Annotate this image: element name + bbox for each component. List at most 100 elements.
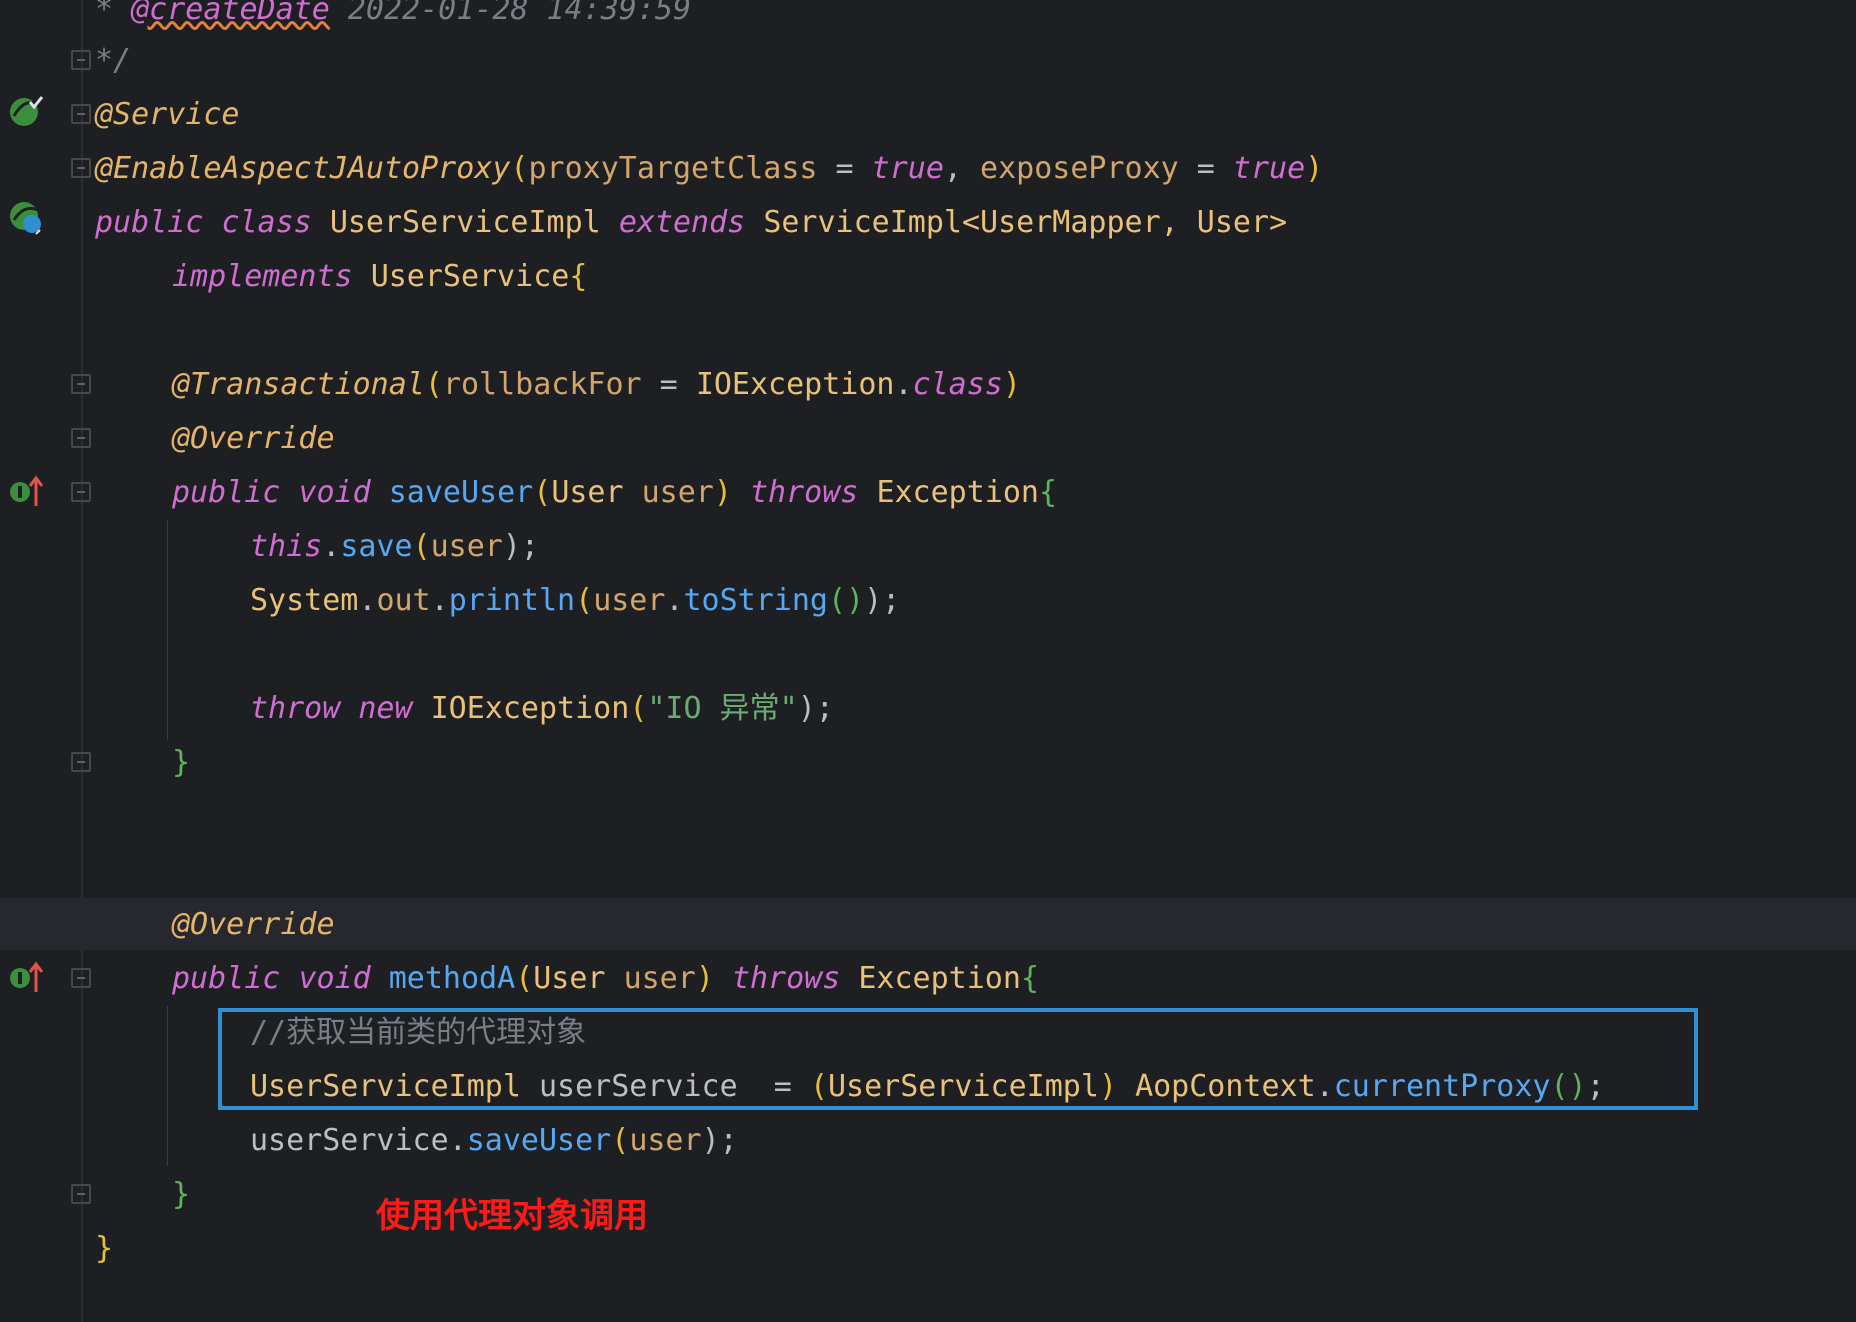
- annotation-param: proxyTargetClass: [528, 151, 818, 186]
- dot: .: [894, 367, 913, 402]
- code-line: implements UserService{: [172, 250, 587, 304]
- method-call: saveUser: [466, 1123, 612, 1158]
- paren: (: [412, 529, 431, 564]
- class-name: Exception: [876, 475, 1039, 510]
- annotation: @Transactional: [172, 367, 425, 402]
- parameter: user: [641, 475, 714, 510]
- code-line: public void methodA(User user) throws Ex…: [172, 952, 1039, 1006]
- fold-marker[interactable]: [71, 50, 91, 70]
- method-name: methodA: [388, 961, 516, 996]
- paren: (: [510, 151, 529, 186]
- string-literal: "IO 异常": [647, 691, 798, 726]
- operator: =: [641, 367, 696, 402]
- parameter: user: [623, 961, 696, 996]
- code-line: @EnableAspectJAutoProxy(proxyTargetClass…: [95, 142, 1323, 196]
- fold-marker[interactable]: [71, 158, 91, 178]
- method-call: save: [340, 529, 413, 564]
- paren: ): [695, 961, 714, 996]
- code-line: System.out.println(user.toString());: [250, 574, 900, 628]
- fold-marker[interactable]: [71, 428, 91, 448]
- keyword: class: [221, 205, 312, 240]
- variable: userService: [250, 1123, 449, 1158]
- class-name: ServiceImpl<UserMapper, User>: [763, 205, 1288, 240]
- code-line: }: [95, 1222, 113, 1276]
- code-line: */: [95, 34, 131, 88]
- keyword: extends: [618, 205, 746, 240]
- code-line: }: [172, 1168, 190, 1222]
- code-line: * @createDate 2022-01-28 14:39:59: [95, 0, 691, 37]
- dot: .: [448, 1123, 467, 1158]
- keyword: this: [250, 529, 323, 564]
- fold-marker[interactable]: [71, 752, 91, 772]
- dot: .: [322, 529, 341, 564]
- javadoc-tag: @createDate: [131, 0, 330, 27]
- class-name: System: [250, 583, 359, 618]
- paren: ): [1002, 367, 1021, 402]
- parameter: user: [593, 583, 666, 618]
- method-call: println: [448, 583, 576, 618]
- code-line: }: [172, 736, 190, 790]
- fold-marker[interactable]: [71, 482, 91, 502]
- dot: .: [430, 583, 449, 618]
- code-line: throw new IOException("IO 异常");: [250, 682, 834, 736]
- fold-marker[interactable]: [71, 968, 91, 988]
- code-line: userService.saveUser(user);: [250, 1114, 738, 1168]
- class-name: UserServiceImpl: [329, 205, 601, 240]
- class-name: User: [551, 475, 624, 510]
- implements-method-icon[interactable]: [8, 474, 44, 510]
- fold-marker[interactable]: [71, 104, 91, 124]
- fold-marker[interactable]: [71, 374, 91, 394]
- paren: (: [575, 583, 594, 618]
- comma: ,: [943, 151, 981, 186]
- keyword: new: [358, 691, 413, 726]
- keyword: throws: [731, 961, 841, 996]
- paren: (: [533, 475, 552, 510]
- keyword: true: [871, 151, 944, 186]
- brace: }: [95, 1231, 114, 1266]
- code-line: @Service: [95, 88, 240, 142]
- highlight-box: [218, 1008, 1698, 1110]
- annotation: @EnableAspectJAutoProxy: [95, 151, 511, 186]
- spring-bean-overview-icon[interactable]: [8, 200, 44, 236]
- paren: );: [797, 691, 834, 726]
- keyword: public: [172, 475, 281, 510]
- indent-guide: [167, 520, 168, 740]
- paren: (): [828, 583, 865, 618]
- spring-bean-icon[interactable]: [8, 94, 44, 130]
- paren: );: [502, 529, 539, 564]
- operator: =: [817, 151, 872, 186]
- fold-marker[interactable]: [71, 1184, 91, 1204]
- indent-guide: [167, 1006, 168, 1166]
- code-line: @Override: [172, 412, 335, 466]
- brace: {: [1039, 475, 1058, 510]
- comment-end: */: [95, 43, 132, 78]
- class-name: IOException: [695, 367, 895, 402]
- code-line: public void saveUser(User user) throws E…: [172, 466, 1057, 520]
- code-line: @Override: [172, 898, 335, 952]
- keyword: class: [912, 367, 1003, 402]
- paren: ): [1305, 151, 1324, 186]
- dot: .: [358, 583, 377, 618]
- code-editor[interactable]: * @createDate 2022-01-28 14:39:59 */ @Se…: [0, 0, 1856, 1322]
- brace: {: [569, 259, 588, 294]
- class-name: User: [533, 961, 606, 996]
- annotation: @Override: [172, 421, 335, 456]
- brace: {: [1020, 961, 1039, 996]
- implements-method-icon[interactable]: [8, 960, 44, 996]
- annotation: @Service: [95, 97, 240, 132]
- keyword: implements: [172, 259, 353, 294]
- class-name: UserService: [370, 259, 570, 294]
- keyword: throws: [750, 475, 859, 510]
- keyword: void: [298, 475, 371, 510]
- comment-star: *: [95, 0, 132, 27]
- method-name: saveUser: [388, 475, 534, 510]
- paren: );: [701, 1123, 738, 1158]
- annotation-param: rollbackFor: [442, 367, 642, 402]
- comment-date: 2022-01-28 14:39:59: [329, 0, 692, 27]
- brace: }: [172, 1177, 191, 1212]
- code-line: this.save(user);: [250, 520, 539, 574]
- dot: .: [665, 583, 684, 618]
- field: out: [376, 583, 431, 618]
- paren: );: [864, 583, 901, 618]
- parameter: user: [430, 529, 503, 564]
